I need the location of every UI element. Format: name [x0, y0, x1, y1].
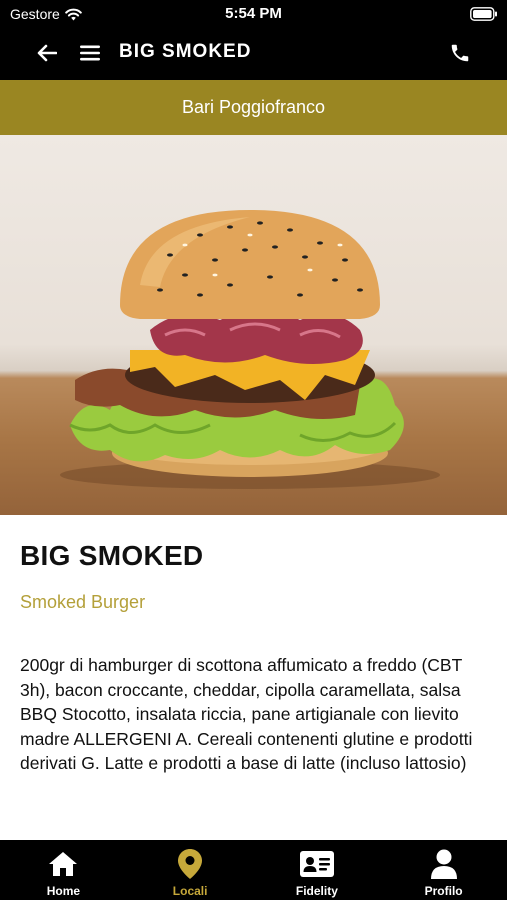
tab-profilo-label: Profilo — [424, 884, 463, 898]
product-image — [0, 135, 507, 515]
back-arrow-icon — [37, 44, 57, 62]
tab-locali-label: Locali — [172, 884, 208, 898]
clock: 5:54 PM — [225, 5, 282, 22]
nav-bar: BIG SMOKED — [0, 28, 507, 80]
phone-icon — [451, 44, 469, 62]
menu-button[interactable] — [78, 40, 102, 66]
battery-icon — [470, 7, 497, 21]
tab-home[interactable]: Home — [0, 840, 127, 900]
call-button[interactable] — [447, 40, 473, 66]
location-name: Bari Poggiofranco — [181, 97, 326, 117]
tab-bar: Home Locali Fidelity Profilo — [0, 840, 507, 900]
location-banner: Bari Poggiofranco — [0, 80, 507, 135]
burger-illustration — [60, 210, 440, 489]
map-pin-icon — [178, 849, 203, 879]
home-icon — [49, 852, 78, 876]
user-icon — [430, 849, 457, 879]
product-description: 200gr di hamburger di scottona affumicat… — [20, 655, 473, 773]
tab-fidelity-label: Fidelity — [295, 884, 338, 898]
product-title: BIG SMOKED — [20, 540, 204, 571]
back-button[interactable] — [34, 40, 60, 66]
tab-locali[interactable]: Locali — [127, 840, 254, 900]
product-category: Smoked Burger — [20, 592, 146, 612]
tab-fidelity[interactable]: Fidelity — [254, 840, 381, 900]
tab-home-label: Home — [46, 884, 81, 898]
tab-profilo[interactable]: Profilo — [380, 840, 507, 900]
id-card-icon — [299, 851, 334, 877]
status-bar: Gestore 5:54 PM — [0, 0, 507, 28]
nav-title: BIG SMOKED — [119, 41, 252, 62]
hamburger-menu-icon — [80, 45, 100, 61]
